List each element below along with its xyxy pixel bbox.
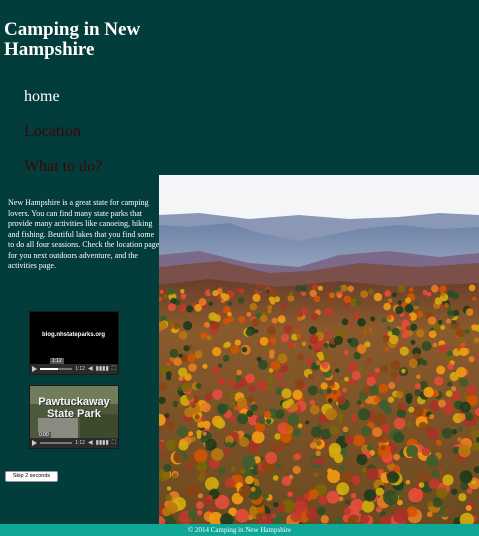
video-1-overlay-text: blog.nhstateparks.org — [42, 332, 106, 338]
main-nav: home Location What to do? — [24, 88, 102, 193]
fullscreen-icon[interactable]: ⛶ — [112, 440, 116, 446]
skip-button[interactable]: Skip 2 seconds — [5, 471, 58, 482]
footer: © 2014 Camping in New Hampshire — [0, 524, 479, 536]
play-icon[interactable] — [32, 366, 37, 372]
video-player-1[interactable]: blog.nhstateparks.org 1:12 1:12 ◀ ▮▮▮▮ ⛶ — [29, 311, 119, 375]
video-2-time: 1:12 — [75, 440, 85, 446]
volume-icon[interactable]: ◀ — [88, 366, 93, 372]
autumn-forest-photo — [159, 175, 479, 524]
video-2-seek-bar[interactable] — [40, 442, 73, 444]
intro-text: New Hampshire is a great state for campi… — [8, 198, 160, 270]
video-2-screen[interactable]: Pawtuckaway State Park — [30, 386, 118, 438]
volume-icon[interactable]: ◀ — [88, 440, 93, 446]
nav-home-link[interactable]: home — [24, 88, 102, 106]
video-1-seek-bar[interactable] — [40, 368, 73, 370]
video-2-overlay-text: Pawtuckaway State Park — [38, 396, 110, 420]
video-1-screen[interactable]: blog.nhstateparks.org — [30, 312, 118, 364]
video-1-progress — [40, 368, 58, 370]
nav-what-to-do-link[interactable]: What to do? — [24, 158, 102, 176]
video-1-controls: 1:12 ◀ ▮▮▮▮ ⛶ — [30, 364, 118, 374]
site-title: Camping in New Hampshire — [4, 19, 141, 60]
video-2-controls: 1:12 ◀ ▮▮▮▮ ⛶ — [30, 438, 118, 448]
video-player-2[interactable]: Pawtuckaway State Park 0:00 1:12 ◀ ▮▮▮▮ … — [29, 385, 119, 449]
video-1-time: 1:12 — [75, 366, 85, 372]
play-icon[interactable] — [32, 440, 37, 446]
fullscreen-icon[interactable]: ⛶ — [112, 366, 116, 372]
volume-slider[interactable]: ▮▮▮▮ — [96, 366, 109, 372]
nav-location-link[interactable]: Location — [24, 123, 102, 141]
volume-slider[interactable]: ▮▮▮▮ — [96, 440, 109, 446]
